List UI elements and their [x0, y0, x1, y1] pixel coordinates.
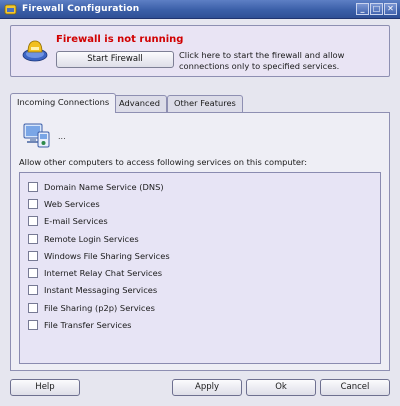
service-item-instant-messaging[interactable]: Instant Messaging Services: [28, 284, 157, 296]
network-computers-icon: [23, 123, 50, 148]
remote-login-checkbox[interactable]: [28, 234, 38, 244]
firewall-app-icon: [4, 4, 17, 14]
apply-button[interactable]: Apply: [172, 379, 242, 396]
service-label: File Sharing (p2p) Services: [44, 303, 155, 313]
email-checkbox[interactable]: [28, 216, 38, 226]
incoming-connections-panel: ... Allow other computers to access foll…: [10, 112, 390, 371]
window-title: Firewall Configuration: [22, 4, 140, 14]
instant-messaging-checkbox[interactable]: [28, 285, 38, 295]
windows-file-sharing-checkbox[interactable]: [28, 251, 38, 261]
firewall-status-text: Firewall is not running: [56, 34, 184, 45]
start-firewall-button[interactable]: Start Firewall: [56, 51, 174, 68]
firewall-status-icon: [22, 40, 48, 62]
start-firewall-description: Click here to start the firewall and all…: [179, 50, 345, 71]
service-label: Domain Name Service (DNS): [44, 182, 164, 192]
firewall-status-banner: Firewall is not running Start Firewall C…: [10, 25, 390, 77]
service-label: Internet Relay Chat Services: [44, 268, 163, 278]
service-label: File Transfer Services: [44, 320, 132, 330]
dns-checkbox[interactable]: [28, 182, 38, 192]
maximize-button[interactable]: □: [370, 3, 383, 15]
service-label: E-mail Services: [44, 216, 108, 226]
services-list: Domain Name Service (DNS) Web Services E…: [19, 172, 381, 364]
service-label: Web Services: [44, 199, 100, 209]
tab-advanced[interactable]: Advanced: [112, 95, 167, 112]
minimize-button[interactable]: _: [356, 3, 369, 15]
service-label: Instant Messaging Services: [44, 285, 158, 295]
ok-button[interactable]: Ok: [246, 379, 316, 396]
help-button[interactable]: Help: [10, 379, 80, 396]
service-item-p2p[interactable]: File Sharing (p2p) Services: [28, 302, 155, 314]
tab-other-features[interactable]: Other Features: [167, 95, 243, 112]
web-checkbox[interactable]: [28, 199, 38, 209]
service-item-web[interactable]: Web Services: [28, 198, 100, 210]
panel-ellipsis-text: ...: [58, 132, 66, 141]
close-button[interactable]: ✕: [384, 3, 397, 15]
start-firewall-label: Start Firewall: [87, 54, 143, 64]
service-label: Remote Login Services: [44, 234, 139, 244]
service-item-email[interactable]: E-mail Services: [28, 215, 108, 227]
file-transfer-checkbox[interactable]: [28, 320, 38, 330]
irc-checkbox[interactable]: [28, 268, 38, 278]
tab-incoming-connections[interactable]: Incoming Connections: [10, 93, 117, 113]
cancel-button[interactable]: Cancel: [320, 379, 390, 396]
service-item-file-transfer[interactable]: File Transfer Services: [28, 319, 132, 331]
service-item-remote-login[interactable]: Remote Login Services: [28, 233, 139, 245]
allow-services-label: Allow other computers to access followin…: [19, 157, 308, 167]
p2p-checkbox[interactable]: [28, 303, 38, 313]
title-bar[interactable]: Firewall Configuration _ □ ✕: [0, 0, 400, 19]
service-item-irc[interactable]: Internet Relay Chat Services: [28, 267, 162, 279]
service-item-dns[interactable]: Domain Name Service (DNS): [28, 181, 164, 193]
service-item-windows-file-sharing[interactable]: Windows File Sharing Services: [28, 250, 170, 262]
service-label: Windows File Sharing Services: [44, 251, 170, 261]
